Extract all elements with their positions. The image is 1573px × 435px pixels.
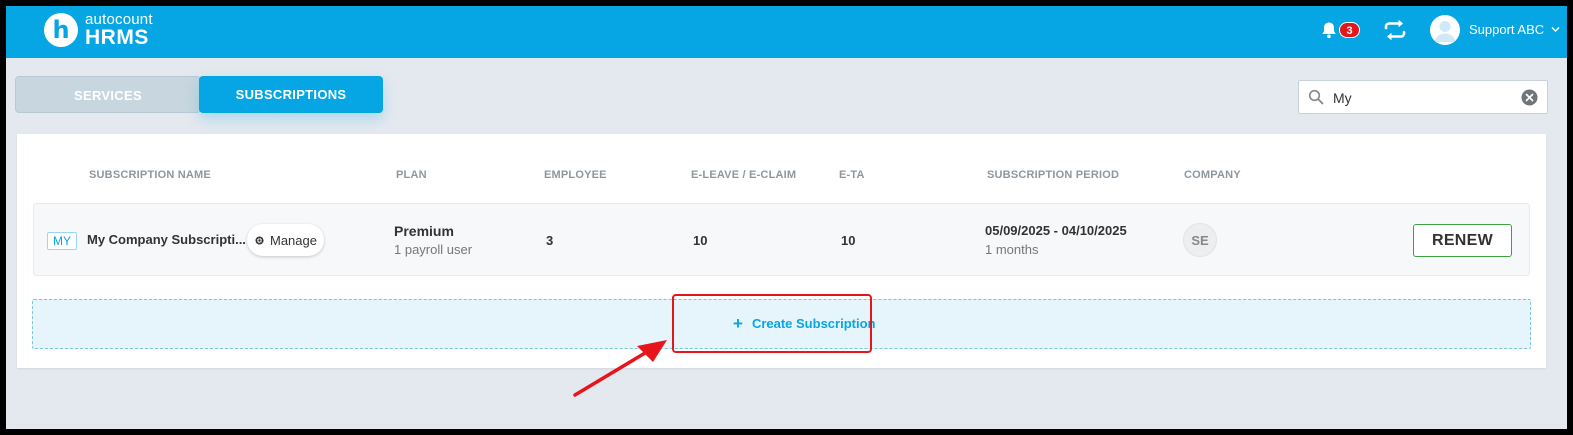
user-icon (1434, 21, 1456, 42)
table-row: MY My Company Subscripti... Manage Premi… (33, 203, 1530, 276)
subscription-period: 05/09/2025 - 04/10/2025 (985, 223, 1127, 238)
tab-services[interactable]: SERVICES (15, 76, 201, 113)
user-name[interactable]: Support ABC (1469, 22, 1544, 37)
employee-count: 3 (546, 233, 554, 248)
logo-mark: h (44, 13, 78, 47)
top-bar: h autocount HRMS 3 Support ABC (6, 6, 1567, 58)
chevron-down-icon[interactable] (1551, 25, 1560, 34)
logo[interactable]: h autocount HRMS (44, 12, 153, 48)
plan-detail: 1 payroll user (394, 242, 473, 257)
search-input[interactable] (1333, 88, 1513, 108)
gear-icon (255, 235, 264, 245)
sync-icon[interactable] (1382, 17, 1408, 43)
logo-text-top: autocount (85, 11, 153, 28)
tab-subscriptions[interactable]: SUBSCRIPTIONS (199, 76, 383, 113)
column-header-eleave-eclaim: E-LEAVE / E-CLAIM (691, 169, 797, 181)
manage-label: Manage (270, 232, 317, 248)
search-box (1298, 80, 1548, 114)
column-header-employee: EMPLOYEE (544, 169, 607, 181)
annotation-highlight-box (672, 294, 872, 353)
logo-text-bottom: HRMS (85, 26, 149, 49)
avatar[interactable] (1430, 15, 1460, 45)
country-badge: MY (47, 232, 77, 250)
bell-icon[interactable] (1319, 20, 1339, 40)
plan-name: Premium (394, 223, 454, 239)
annotation-arrow-icon (573, 340, 667, 397)
clear-icon[interactable] (1521, 89, 1538, 106)
column-header-plan: PLAN (396, 169, 427, 181)
subscription-name: My Company Subscripti... (87, 232, 246, 247)
column-header-subscription-name: SUBSCRIPTION NAME (89, 169, 211, 181)
eta-count: 10 (841, 233, 856, 248)
search-icon (1308, 89, 1324, 105)
period-detail: 1 months (985, 242, 1039, 257)
manage-button[interactable]: Manage (247, 224, 324, 256)
column-header-eta: E-TA (839, 169, 865, 181)
column-header-subscription-period: SUBSCRIPTION PERIOD (987, 169, 1120, 181)
company-badge[interactable]: SE (1183, 223, 1217, 257)
notification-badge: 3 (1339, 22, 1360, 38)
column-header-company: COMPANY (1184, 169, 1241, 181)
app-window: h autocount HRMS 3 Support ABC SERVICES … (6, 6, 1567, 429)
eleave-eclaim-count: 10 (693, 233, 708, 248)
renew-button[interactable]: RENEW (1413, 224, 1512, 257)
